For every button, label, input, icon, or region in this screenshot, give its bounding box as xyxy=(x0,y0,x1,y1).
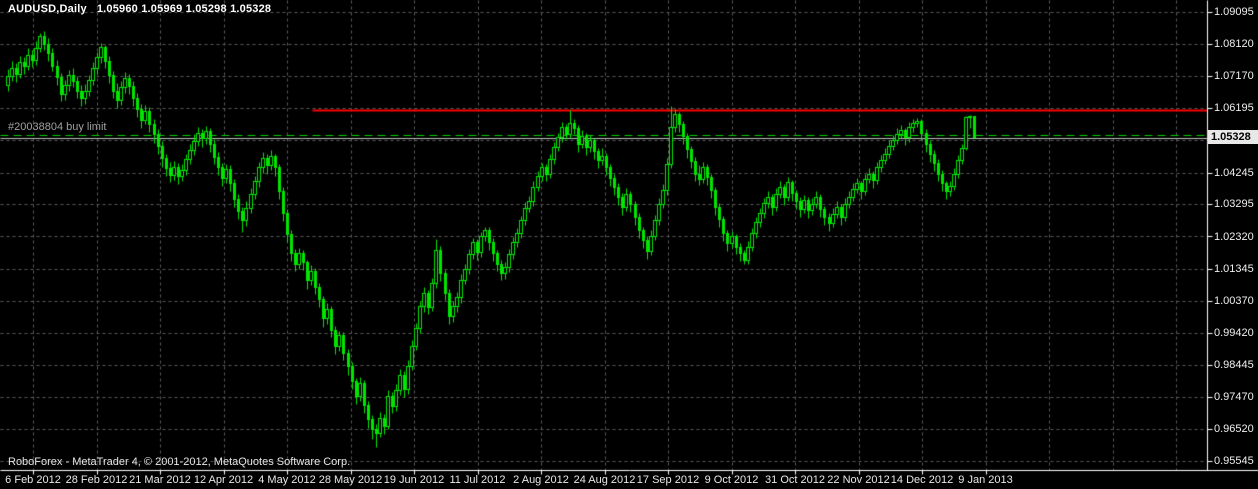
x-axis-label: 28 May 2012 xyxy=(318,474,383,486)
x-axis-label: 31 Oct 2012 xyxy=(765,474,825,486)
x-axis-label: 4 May 2012 xyxy=(258,474,316,486)
y-axis-label: 1.06195 xyxy=(1214,102,1254,115)
y-axis-label: 1.00370 xyxy=(1214,295,1254,308)
x-axis-label: 6 Feb 2012 xyxy=(5,474,61,486)
x-axis-label: 21 Mar 2012 xyxy=(129,474,191,486)
x-axis-label: 9 Oct 2012 xyxy=(704,474,759,486)
x-axis-label: 24 Aug 2012 xyxy=(573,474,636,486)
y-axis-label: 1.01345 xyxy=(1214,262,1254,275)
y-axis-label: 0.95545 xyxy=(1214,455,1254,467)
x-axis-label: 17 Sep 2012 xyxy=(636,474,700,486)
y-axis-label: 1.02320 xyxy=(1214,230,1254,243)
y-axis-label: 1.04245 xyxy=(1214,166,1254,179)
y-axis-label: 1.08120 xyxy=(1214,38,1254,51)
y-axis-label: 0.96520 xyxy=(1214,422,1254,435)
x-axis-label: 2 Aug 2012 xyxy=(513,474,569,486)
y-axis-label: 1.07170 xyxy=(1214,69,1254,82)
x-axis-label: 19 Jun 2012 xyxy=(383,474,445,486)
x-axis-label: 14 Dec 2012 xyxy=(890,474,954,486)
x-axis-label: 11 Jul 2012 xyxy=(449,474,506,486)
y-axis-label: 0.97470 xyxy=(1214,391,1254,404)
mt4-chart-window: AUDUSD,Daily 1.05960 1.05969 1.05298 1.05… xyxy=(0,0,1258,489)
y-axis-label: 1.09095 xyxy=(1214,6,1254,18)
x-axis-label: 22 Nov 2012 xyxy=(827,474,890,486)
y-axis-label: 0.99420 xyxy=(1214,326,1254,339)
price-chart-canvas[interactable] xyxy=(0,0,1258,489)
x-axis-label: 12 Apr 2012 xyxy=(193,474,254,486)
x-axis-label: 9 Jan 2013 xyxy=(958,474,1013,486)
y-axis-label: 0.98445 xyxy=(1214,358,1254,371)
y-axis-label: 1.03295 xyxy=(1214,198,1254,211)
x-axis-label: 28 Feb 2012 xyxy=(65,474,128,486)
current-price-tag: 1.05328 xyxy=(1208,130,1258,144)
